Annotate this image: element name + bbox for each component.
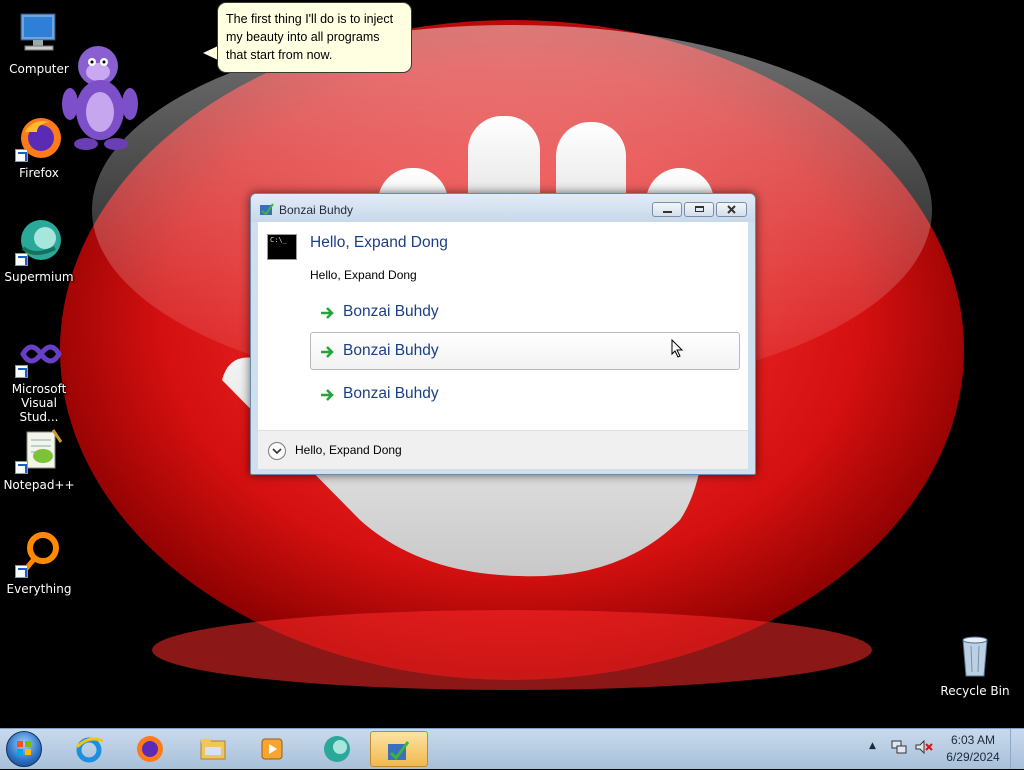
desktop-icon-label: Microsoft Visual Stud... — [11, 382, 67, 424]
close-button[interactable] — [716, 202, 747, 217]
desktop-icon-label: Notepad++ — [3, 478, 75, 492]
taskbar-firefox[interactable] — [123, 731, 177, 767]
expand-details-button[interactable] — [268, 442, 286, 460]
supermium-icon — [324, 736, 350, 762]
taskbar-media-player[interactable] — [245, 731, 299, 767]
taskbar-clock[interactable]: 6:03 AM 6/29/2024 — [940, 732, 1006, 766]
everything-icon — [15, 530, 63, 578]
folder-icon — [200, 739, 226, 760]
windows-logo-icon — [17, 741, 31, 755]
desktop-icon-recycle-bin[interactable]: Recycle Bin — [936, 632, 1014, 698]
bonzi-app-icon — [388, 741, 410, 761]
desktop-icon-label: Firefox — [19, 166, 59, 180]
clock-date: 6/29/2024 — [946, 750, 1000, 764]
taskbar-supermium[interactable] — [310, 731, 364, 767]
volume-muted-icon[interactable] — [915, 740, 933, 754]
command-link-label: Bonzai Buhdy — [343, 385, 439, 402]
green-arrow-icon — [321, 307, 334, 319]
content-text: Hello, Expand Dong — [310, 268, 417, 282]
firefox-icon — [15, 114, 63, 162]
desktop-icon-supermium[interactable]: Supermium — [0, 218, 78, 284]
close-icon — [727, 205, 736, 214]
shortcut-arrow-icon — [15, 149, 28, 162]
desktop-icon-label: Everything — [6, 582, 72, 596]
command-link-label: Bonzai Buhdy — [343, 342, 439, 359]
taskbar-file-explorer[interactable] — [186, 731, 240, 767]
network-icon[interactable] — [891, 740, 907, 754]
command-link-1[interactable]: Bonzai Buhdy — [310, 293, 740, 331]
taskbar: ▲ 6:03 AM 6/29/2024 — [0, 728, 1024, 769]
mouse-cursor-icon — [671, 339, 684, 358]
desktop-icon-notepadpp[interactable]: Notepad++ — [0, 426, 78, 492]
recycle-bin-icon — [951, 632, 999, 680]
dialog-title: Bonzai Buhdy — [279, 203, 354, 217]
shortcut-arrow-icon — [15, 365, 28, 378]
firefox-icon — [137, 736, 163, 762]
shortcut-arrow-icon — [15, 461, 28, 474]
green-arrow-icon — [321, 346, 334, 358]
footer-text: Hello, Expand Dong — [295, 443, 402, 457]
clock-time: 6:03 AM — [950, 733, 996, 747]
desktop-icon-firefox[interactable]: Firefox — [0, 114, 78, 180]
minimize-button[interactable] — [652, 202, 682, 217]
taskbar-internet-explorer[interactable] — [62, 731, 116, 767]
speech-bubble: The first thing I'll do is to inject my … — [217, 2, 412, 73]
show-hidden-icons-button[interactable]: ▲ — [869, 741, 876, 751]
desktop-icon-visual-studio[interactable]: Microsoft Visual Stud... — [0, 330, 78, 424]
command-link-3[interactable]: Bonzai Buhdy — [310, 375, 740, 413]
task-dialog: Bonzai Buhdy C:\_ Hello, Expand Dong Hel… — [250, 193, 756, 475]
shortcut-arrow-icon — [15, 253, 28, 266]
shortcut-arrow-icon — [15, 565, 28, 578]
show-desktop-button[interactable] — [1010, 729, 1024, 769]
maximize-icon — [695, 206, 704, 212]
media-player-icon — [261, 738, 283, 760]
bonzi-app-icon — [260, 203, 274, 216]
green-arrow-icon — [321, 389, 334, 401]
dialog-footer: Hello, Expand Dong — [258, 430, 748, 469]
desktop-icon-label: Recycle Bin — [940, 684, 1010, 698]
start-button[interactable] — [6, 731, 42, 767]
supermium-icon — [15, 218, 63, 266]
command-link-label: Bonzai Buhdy — [343, 303, 439, 320]
speech-bubble-tail — [203, 46, 218, 60]
desktop-icon-label: Supermium — [4, 270, 74, 284]
dialog-content: C:\_ Hello, Expand Dong Hello, Expand Do… — [258, 222, 748, 430]
computer-icon — [15, 10, 63, 58]
desktop-icon-everything[interactable]: Everything — [0, 530, 78, 596]
command-prompt-icon-text: C:\_ — [270, 236, 287, 244]
internet-explorer-icon — [75, 737, 103, 763]
dialog-titlebar[interactable]: Bonzai Buhdy — [251, 194, 755, 222]
main-instruction: Hello, Expand Dong — [310, 234, 448, 251]
notepadpp-icon — [15, 426, 63, 474]
minimize-icon — [663, 211, 672, 213]
visual-studio-icon — [15, 330, 63, 378]
command-prompt-icon: C:\_ — [267, 234, 297, 260]
taskbar-bonzai-buhdy[interactable] — [370, 731, 428, 767]
desktop: Computer Firefox Supermium Microsoft Vis… — [0, 0, 1024, 728]
chevron-down-icon — [272, 448, 282, 455]
maximize-button[interactable] — [684, 202, 714, 217]
